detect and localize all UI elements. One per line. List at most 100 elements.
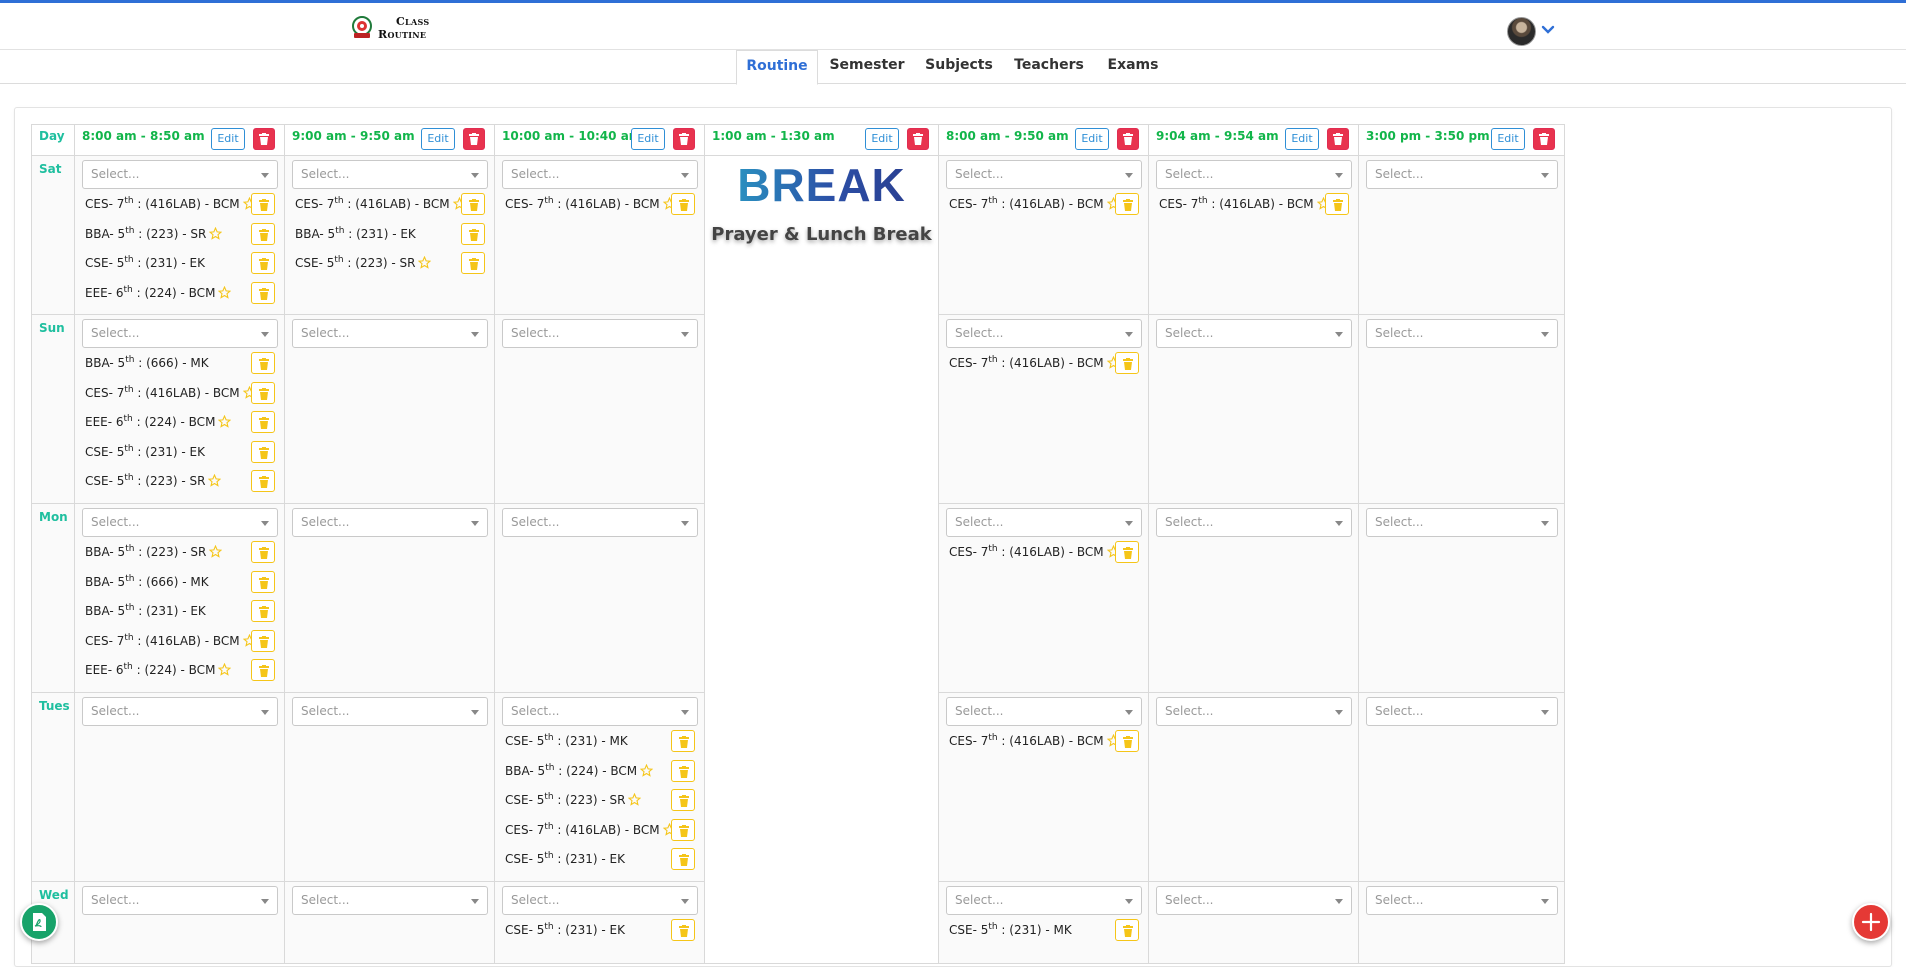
course-select[interactable]: Select... bbox=[82, 508, 278, 537]
course-select[interactable]: Select... bbox=[946, 886, 1142, 915]
edit-time-slot-button[interactable]: Edit bbox=[211, 128, 245, 150]
course-select[interactable]: Select... bbox=[946, 697, 1142, 726]
delete-entry-button[interactable] bbox=[1115, 193, 1139, 215]
delete-entry-button[interactable] bbox=[671, 789, 695, 811]
delete-entry-button[interactable] bbox=[1325, 193, 1349, 215]
edit-time-slot-button[interactable]: Edit bbox=[1491, 128, 1525, 150]
chevron-down-icon bbox=[471, 710, 479, 715]
delete-time-slot-button[interactable] bbox=[463, 128, 485, 150]
course-select[interactable]: Select... bbox=[292, 508, 488, 537]
delete-entry-button[interactable] bbox=[251, 659, 275, 681]
course-select[interactable]: Select... bbox=[82, 319, 278, 348]
star-icon[interactable] bbox=[418, 256, 432, 269]
edit-time-slot-button[interactable]: Edit bbox=[1285, 128, 1319, 150]
course-select[interactable]: Select... bbox=[1156, 886, 1352, 915]
delete-entry-button[interactable] bbox=[251, 222, 275, 245]
course-entry: CES- 7th : (416LAB) - BCM bbox=[85, 630, 256, 652]
course-select[interactable]: Select... bbox=[502, 160, 698, 189]
break-cell: BREAK Prayer & Lunch Break bbox=[705, 156, 939, 964]
course-select[interactable]: Select... bbox=[1366, 319, 1558, 348]
star-icon[interactable] bbox=[209, 226, 223, 240]
delete-entry-button[interactable] bbox=[251, 541, 275, 563]
delete-entry-button[interactable] bbox=[251, 352, 275, 374]
delete-entry-button[interactable] bbox=[1115, 919, 1139, 941]
star-icon[interactable] bbox=[218, 663, 232, 676]
delete-entry-button[interactable] bbox=[461, 252, 485, 274]
delete-entry-button[interactable] bbox=[251, 252, 275, 274]
delete-entry-button[interactable] bbox=[251, 411, 275, 433]
course-select[interactable]: Select... bbox=[82, 697, 278, 726]
delete-entry-button[interactable] bbox=[671, 919, 695, 941]
star-icon[interactable] bbox=[208, 474, 222, 487]
tab-exams[interactable]: Exams bbox=[1104, 50, 1162, 84]
delete-entry-button[interactable] bbox=[251, 600, 275, 622]
course-select[interactable]: Select... bbox=[1156, 697, 1352, 726]
edit-time-slot-button[interactable]: Edit bbox=[631, 128, 665, 150]
edit-time-slot-button[interactable]: Edit bbox=[1075, 128, 1109, 150]
delete-entry-button[interactable] bbox=[671, 730, 695, 752]
course-select[interactable]: Select... bbox=[502, 319, 698, 348]
edit-time-slot-button[interactable]: Edit bbox=[865, 128, 899, 150]
chevron-down-icon[interactable] bbox=[1541, 23, 1555, 37]
delete-entry-button[interactable] bbox=[461, 222, 485, 245]
course-select[interactable]: Select... bbox=[292, 319, 488, 348]
delete-time-slot-button[interactable] bbox=[907, 128, 929, 150]
add-routine-button[interactable] bbox=[1852, 903, 1890, 941]
delete-entry-button[interactable] bbox=[1115, 730, 1139, 752]
trash-icon bbox=[679, 133, 689, 145]
delete-entry-button[interactable] bbox=[251, 470, 275, 492]
delete-entry-button[interactable] bbox=[671, 759, 695, 782]
app-logo[interactable]: Class Routine bbox=[351, 15, 429, 41]
delete-entry-button[interactable] bbox=[251, 281, 275, 304]
course-select[interactable]: Select... bbox=[502, 697, 698, 726]
delete-time-slot-button[interactable] bbox=[1117, 128, 1139, 150]
course-select[interactable]: Select... bbox=[82, 886, 278, 915]
course-select[interactable]: Select... bbox=[1156, 160, 1352, 189]
course-select[interactable]: Select... bbox=[502, 886, 698, 915]
delete-entry-button[interactable] bbox=[1115, 541, 1139, 563]
course-entry-text: EEE- 6 bbox=[85, 663, 124, 677]
course-select[interactable]: Select... bbox=[1156, 508, 1352, 537]
user-avatar[interactable] bbox=[1507, 17, 1536, 46]
tab-semester[interactable]: Semester bbox=[826, 50, 908, 84]
tab-routine[interactable]: Routine bbox=[736, 50, 818, 85]
star-icon[interactable] bbox=[640, 763, 654, 777]
course-select[interactable]: Select... bbox=[946, 508, 1142, 537]
delete-time-slot-button[interactable] bbox=[253, 128, 275, 150]
star-icon[interactable] bbox=[218, 285, 232, 299]
star-icon[interactable] bbox=[628, 793, 642, 806]
ordinal-suffix: th bbox=[124, 255, 134, 265]
star-icon[interactable] bbox=[218, 415, 232, 428]
course-select[interactable]: Select... bbox=[1366, 697, 1558, 726]
course-select[interactable]: Select... bbox=[292, 886, 488, 915]
delete-entry-button[interactable] bbox=[671, 818, 695, 841]
delete-entry-button[interactable] bbox=[251, 440, 275, 463]
course-select[interactable]: Select... bbox=[946, 319, 1142, 348]
tab-subjects[interactable]: Subjects bbox=[922, 50, 996, 84]
delete-time-slot-button[interactable] bbox=[673, 128, 695, 150]
delete-entry-button[interactable] bbox=[251, 381, 275, 404]
course-select[interactable]: Select... bbox=[292, 160, 488, 189]
delete-entry-button[interactable] bbox=[1115, 352, 1139, 374]
course-select[interactable]: Select... bbox=[1156, 319, 1352, 348]
delete-entry-button[interactable] bbox=[671, 848, 695, 870]
delete-entry-button[interactable] bbox=[671, 193, 695, 215]
export-pdf-button[interactable] bbox=[20, 903, 58, 941]
tab-teachers[interactable]: Teachers bbox=[1012, 50, 1086, 84]
delete-entry-button[interactable] bbox=[251, 570, 275, 593]
course-select[interactable]: Select... bbox=[946, 160, 1142, 189]
star-icon[interactable] bbox=[209, 545, 223, 558]
course-select[interactable]: Select... bbox=[1366, 886, 1558, 915]
delete-time-slot-button[interactable] bbox=[1533, 128, 1555, 150]
edit-time-slot-button[interactable]: Edit bbox=[421, 128, 455, 150]
course-select[interactable]: Select... bbox=[292, 697, 488, 726]
delete-time-slot-button[interactable] bbox=[1327, 128, 1349, 150]
course-select[interactable]: Select... bbox=[82, 160, 278, 189]
course-select[interactable]: Select... bbox=[502, 508, 698, 537]
delete-entry-button[interactable] bbox=[251, 629, 275, 652]
course-entry-detail: : (416LAB) - BCM bbox=[133, 633, 240, 648]
delete-entry-button[interactable] bbox=[461, 193, 485, 215]
delete-entry-button[interactable] bbox=[251, 193, 275, 215]
course-select[interactable]: Select... bbox=[1366, 160, 1558, 189]
course-select[interactable]: Select... bbox=[1366, 508, 1558, 537]
